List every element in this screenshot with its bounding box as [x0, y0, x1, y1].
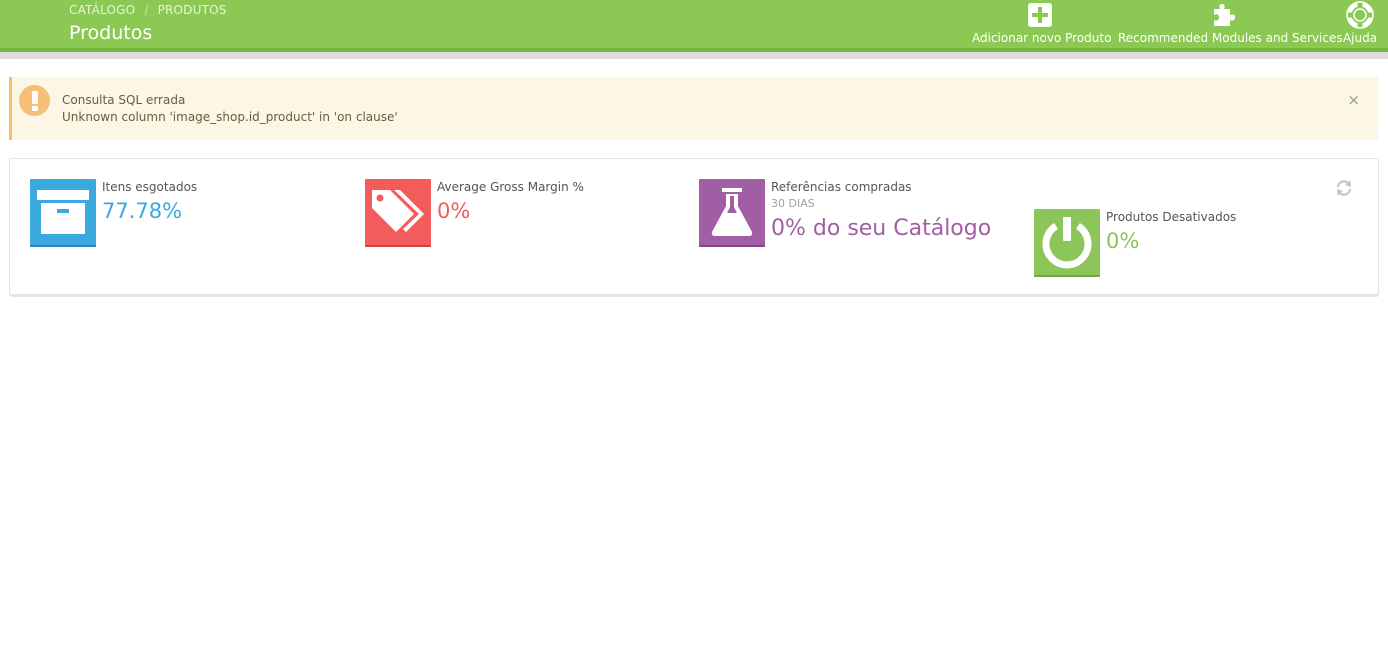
- page-title: Produtos: [69, 22, 153, 44]
- kpi-title: Produtos Desativados: [1106, 210, 1237, 224]
- help-button[interactable]: Ajuda: [1341, 1, 1379, 46]
- kpi-title: Itens esgotados: [102, 180, 198, 194]
- breadcrumb: CATÁLOGO / PRODUTOS: [69, 3, 227, 17]
- archive-icon: [30, 179, 96, 245]
- page-header-toolbar: CATÁLOGO / PRODUTOS Produtos Adicionar nov…: [0, 0, 1388, 52]
- flask-icon: [699, 179, 765, 245]
- exclamation-icon: [19, 85, 50, 116]
- kpi-panel: Itens esgotados 77.78% Average Gross Mar…: [9, 158, 1379, 295]
- tags-icon: [365, 179, 431, 245]
- header-divider: [0, 52, 1388, 59]
- power-off-icon: [1034, 209, 1100, 275]
- alert-message: Unknown column 'image_shop.id_product' i…: [62, 110, 398, 124]
- kpi-value: 0% do seu Catálogo: [771, 216, 992, 241]
- breadcrumb-catalog[interactable]: CATÁLOGO: [69, 3, 135, 17]
- kpi-title: Referências compradas: [771, 180, 912, 194]
- close-alert-button[interactable]: ×: [1347, 92, 1360, 108]
- kpi-value: 77.78%: [102, 199, 183, 223]
- help-label: Ajuda: [1342, 31, 1378, 45]
- kpi-value: 0%: [437, 199, 471, 223]
- add-product-label: Adicionar novo Produto: [972, 31, 1112, 45]
- breadcrumb-products[interactable]: PRODUTOS: [158, 3, 227, 17]
- kpi-subtitle: 30 DIAS: [771, 197, 815, 210]
- alert-title: Consulta SQL errada: [62, 93, 186, 107]
- recommended-modules-label: Recommended Modules and Services: [1118, 31, 1343, 45]
- add-product-button[interactable]: Adicionar novo Produto: [972, 2, 1112, 46]
- recommended-modules-button[interactable]: Recommended Modules and Services: [1118, 2, 1343, 46]
- puzzle-icon: [1118, 2, 1331, 28]
- breadcrumb-separator: /: [144, 3, 149, 17]
- refresh-icon[interactable]: [1335, 179, 1353, 201]
- kpi-value: 0%: [1106, 229, 1140, 253]
- kpi-title: Average Gross Margin %: [437, 180, 584, 194]
- sql-error-alert: Consulta SQL errada Unknown column 'imag…: [9, 77, 1378, 140]
- life-ring-icon: [1341, 1, 1379, 29]
- plus-square-icon: [972, 2, 1108, 28]
